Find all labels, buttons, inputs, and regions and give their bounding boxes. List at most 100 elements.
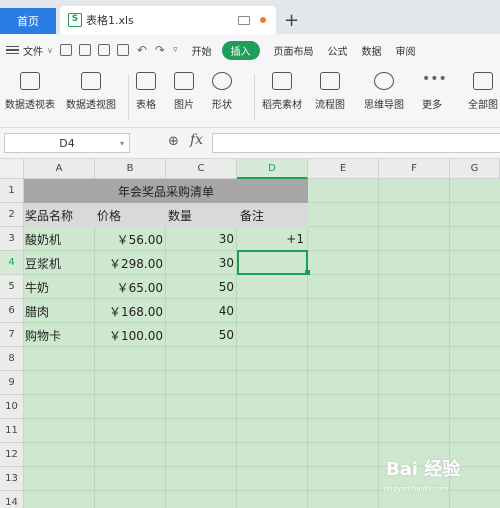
ribbon-divider (128, 74, 129, 120)
row-header-10[interactable]: 10 (0, 395, 24, 419)
row-header-3[interactable]: 3 (0, 227, 24, 251)
mindmap-button[interactable]: 思维导图 (364, 72, 404, 111)
table-label: 表格 (136, 100, 156, 111)
menu-tab-review[interactable]: 审阅 (396, 43, 416, 58)
mindmap-label: 思维导图 (364, 100, 404, 111)
row-header-11[interactable]: 11 (0, 419, 24, 443)
cell-name[interactable]: 购物卡 (25, 323, 61, 347)
preview-icon[interactable] (116, 44, 129, 56)
save-icon[interactable] (59, 44, 72, 56)
row-header-13[interactable]: 13 (0, 467, 24, 491)
cell-qty[interactable]: 30 (166, 227, 234, 251)
menu-tab-data[interactable]: 数据 (362, 43, 382, 58)
monitor-icon[interactable] (238, 15, 250, 25)
sheet-title-cell[interactable]: 年会奖品采购清单 (24, 179, 308, 203)
fx-icon[interactable]: fx (190, 132, 203, 148)
menu-tab-start[interactable]: 开始 (192, 43, 212, 58)
shape-button[interactable]: 形状 (212, 72, 232, 111)
baidu-watermark-logo: Bai 经验 (386, 459, 461, 480)
column-header-f[interactable]: F (379, 159, 450, 179)
menu-tab-page-layout[interactable]: 页面布局 (274, 43, 314, 58)
select-all-corner[interactable] (0, 159, 24, 179)
header-cell-note[interactable]: 备注 (240, 203, 264, 227)
flowchart-button[interactable]: 流程图 (315, 72, 345, 111)
print-icon[interactable] (97, 44, 110, 56)
document-tab-bar: 首页 S 表格1.xls + (0, 0, 500, 34)
pivot-chart-label: 数据透视图 (66, 100, 116, 111)
material-button[interactable]: 稻壳素材 (262, 72, 302, 111)
column-header-e[interactable]: E (308, 159, 379, 179)
row-header-4[interactable]: 4 (0, 251, 24, 275)
menu-tab-formula[interactable]: 公式 (328, 43, 348, 58)
active-cell-d4[interactable] (237, 250, 308, 275)
material-label: 稻壳素材 (262, 100, 302, 111)
cell-price[interactable]: ￥298.00 (95, 251, 163, 275)
grid-line (24, 394, 500, 395)
row-header-8[interactable]: 8 (0, 347, 24, 371)
cell-price[interactable]: ￥100.00 (95, 323, 163, 347)
row-header-14[interactable]: 14 (0, 491, 24, 508)
quick-access-dropdown-icon[interactable]: ▿ (173, 45, 178, 55)
picture-label: 图片 (174, 100, 194, 111)
more-button[interactable]: ••• 更多 (422, 72, 447, 111)
row-header-9[interactable]: 9 (0, 371, 24, 395)
export-icon[interactable] (78, 44, 91, 56)
row-header-1[interactable]: 1 (0, 179, 24, 203)
pivot-chart-icon (81, 72, 101, 90)
grid-line (24, 418, 500, 419)
cell-price[interactable]: ￥56.00 (95, 227, 163, 251)
all-charts-label: 全部图 (468, 100, 498, 111)
cell-name[interactable]: 酸奶机 (25, 227, 61, 251)
row-header-5[interactable]: 5 (0, 275, 24, 299)
fill-handle[interactable] (305, 270, 310, 275)
unsaved-dot-icon (260, 17, 266, 23)
cell-price[interactable]: ￥65.00 (95, 275, 163, 299)
undo-icon[interactable]: ↶ (137, 43, 147, 57)
row-header-12[interactable]: 12 (0, 443, 24, 467)
menu-bar: 文件 ∨ ↶ ↷ ▿ 开始 插入 页面布局 公式 数据 审阅 (0, 34, 500, 66)
cell-qty[interactable]: 50 (166, 323, 234, 347)
cell-qty[interactable]: 40 (166, 299, 234, 323)
name-box[interactable]: D4 ▾ (4, 133, 130, 153)
file-tab[interactable]: S 表格1.xls (60, 6, 276, 34)
hamburger-menu-icon[interactable] (6, 45, 19, 55)
cell-qty[interactable]: 50 (166, 275, 234, 299)
column-header-c[interactable]: C (166, 159, 237, 179)
cell-price[interactable]: ￥168.00 (95, 299, 163, 323)
cell-note[interactable]: +1 (237, 227, 304, 251)
file-tab-label: 表格1.xls (86, 14, 134, 27)
all-charts-button[interactable]: 全部图 (468, 72, 498, 111)
redo-icon[interactable]: ↷ (155, 43, 165, 57)
baidu-watermark-url: jingyan.baidu.com (384, 485, 449, 493)
column-header-d[interactable]: D (237, 159, 308, 179)
header-cell-name[interactable]: 奖品名称 (25, 203, 73, 227)
zoom-icon[interactable]: ⊕ (168, 134, 179, 149)
table-button[interactable]: 表格 (136, 72, 156, 111)
pivot-table-button[interactable]: 数据透视表 (5, 72, 55, 111)
menu-tab-insert[interactable]: 插入 (221, 40, 260, 60)
column-header-a[interactable]: A (24, 159, 95, 179)
name-box-value: D4 (59, 136, 75, 150)
cell-name[interactable]: 豆浆机 (25, 251, 61, 275)
file-menu[interactable]: 文件 (23, 43, 43, 58)
cell-name[interactable]: 腊肉 (25, 299, 49, 323)
chevron-down-icon[interactable]: ▾ (120, 139, 124, 148)
grid-line (24, 370, 500, 371)
column-header-b[interactable]: B (95, 159, 166, 179)
new-tab-button[interactable]: + (284, 10, 299, 31)
file-menu-chevron-icon[interactable]: ∨ (47, 46, 53, 55)
home-tab[interactable]: 首页 (0, 8, 56, 34)
mindmap-icon (374, 72, 394, 90)
header-cell-price[interactable]: 价格 (97, 203, 121, 227)
pivot-chart-button[interactable]: 数据透视图 (66, 72, 116, 111)
picture-button[interactable]: 图片 (174, 72, 194, 111)
cell-name[interactable]: 牛奶 (25, 275, 49, 299)
column-header-g[interactable]: G (450, 159, 500, 179)
grid-line (378, 179, 379, 508)
row-header-2[interactable]: 2 (0, 203, 24, 227)
cell-qty[interactable]: 30 (166, 251, 234, 275)
header-cell-qty[interactable]: 数量 (168, 203, 192, 227)
row-header-7[interactable]: 7 (0, 323, 24, 347)
formula-input[interactable] (212, 133, 500, 153)
row-header-6[interactable]: 6 (0, 299, 24, 323)
